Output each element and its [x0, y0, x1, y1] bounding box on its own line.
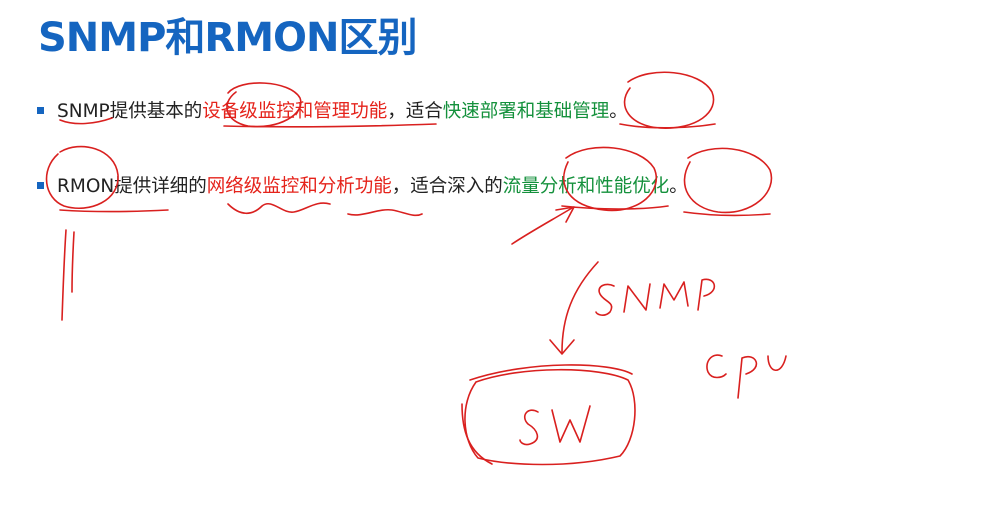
- bullet-suffix: 。: [609, 101, 628, 122]
- bullet-prefix: SNMP提供基本的: [57, 101, 203, 122]
- annotation-ink: [45, 71, 787, 466]
- ink-snmp-p: [697, 278, 716, 311]
- ink-sw-box: [464, 368, 636, 466]
- bullet-highlight-red: 设备级监控和管理功能: [202, 101, 388, 122]
- ink-arrow-head: [555, 206, 575, 223]
- ink-circle-2: [623, 71, 715, 129]
- ink-snmp-n: [623, 283, 651, 313]
- ink-curve-arrow: [561, 261, 599, 353]
- ink-line-v1: [61, 229, 67, 321]
- bullet-suffix: 。: [669, 176, 688, 197]
- ink-cpu-u: [767, 355, 787, 372]
- ink-underline-2: [619, 123, 716, 129]
- bullet-rmon: RMON提供详细的网络级监控和分析功能，适合深入的流量分析和性能优化。: [37, 174, 688, 200]
- ink-underline-4: [683, 211, 771, 217]
- ink-cpu-p: [737, 355, 758, 399]
- bullet-middle: ，适合深入的: [391, 176, 503, 197]
- ink-wave-2: [347, 208, 423, 217]
- ink-underline-rmon: [59, 209, 169, 213]
- ink-cpu-c: [706, 354, 727, 379]
- ink-underline-3: [561, 205, 669, 210]
- ink-wave-1: [227, 202, 331, 215]
- bullet-marker: [37, 106, 44, 114]
- ink-curve-head: [549, 339, 575, 355]
- bullet-highlight-green: 快速部署和基础管理: [442, 101, 610, 122]
- bullet-marker: [37, 181, 44, 189]
- ink-snmp-m: [659, 281, 689, 309]
- bullet-prefix: RMON提供详细的: [57, 176, 207, 197]
- ink-sw-box-outer: [461, 403, 493, 465]
- ink-snmp-s: [595, 283, 615, 316]
- ink-sw-w: [551, 405, 591, 443]
- bullet-highlight-red: 网络级监控和分析功能: [206, 176, 392, 197]
- slide-title: SNMP和RMON区别: [38, 15, 417, 61]
- bullet-middle: ，适合: [387, 101, 443, 122]
- ink-sw-box-outer2: [469, 364, 633, 381]
- ink-arrow-line: [511, 207, 573, 245]
- ink-line-v2: [71, 231, 75, 293]
- ink-sw-s: [519, 409, 539, 446]
- bullet-highlight-green: 流量分析和性能优化: [502, 176, 670, 197]
- ink-circle-4: [683, 147, 773, 214]
- bullet-snmp: SNMP提供基本的设备级监控和管理功能，适合快速部署和基础管理。: [37, 99, 628, 125]
- slide: SNMP和RMON区别 SNMP提供基本的设备级监控和管理功能，适合快速部署和基…: [0, 0, 991, 511]
